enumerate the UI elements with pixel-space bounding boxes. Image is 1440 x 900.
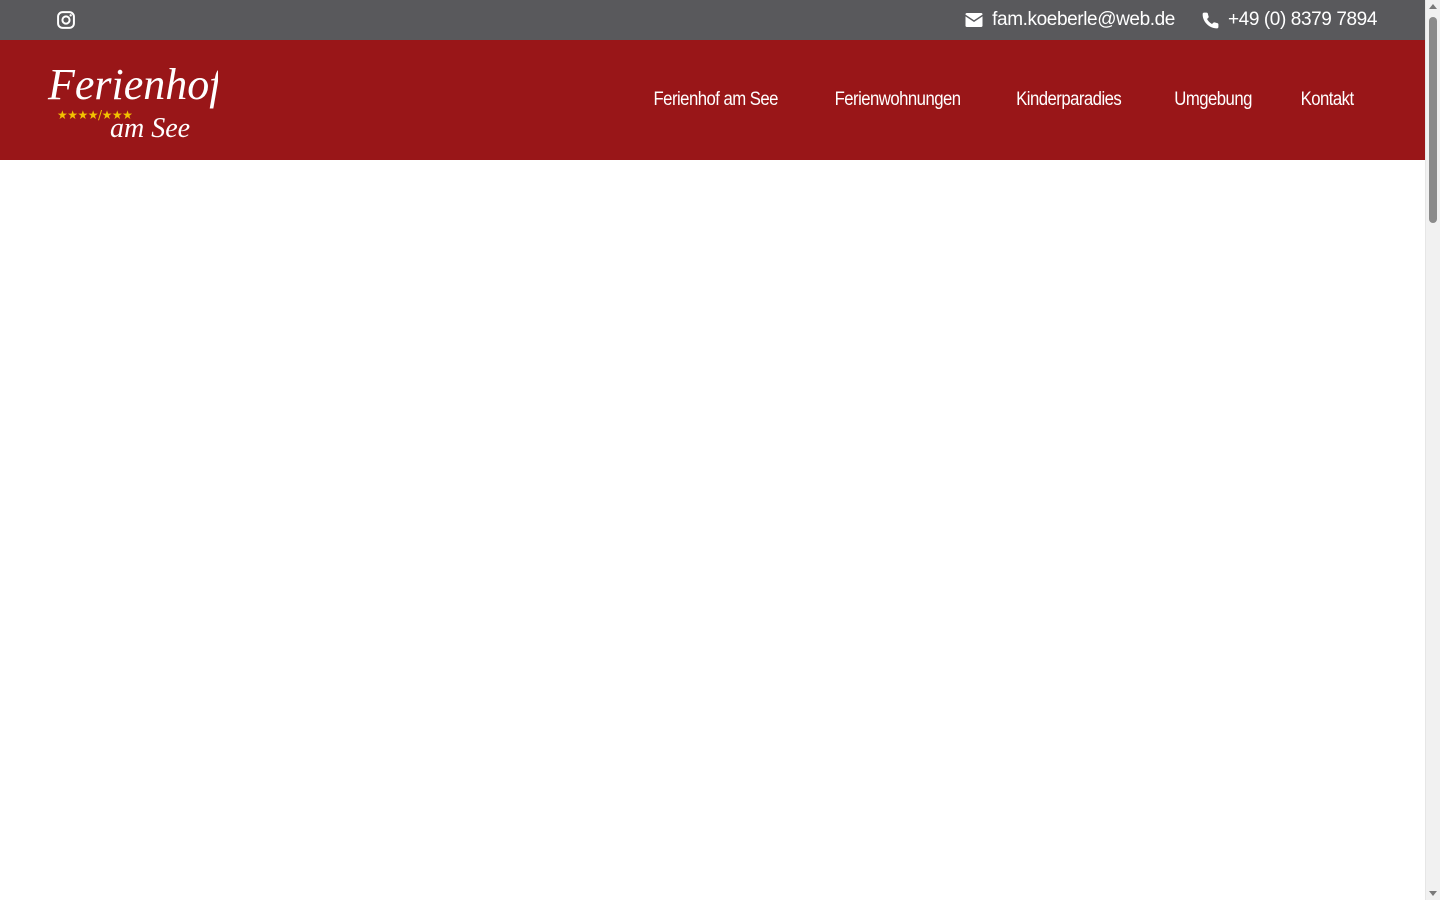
nav-item-ferienhof-am-see: Ferienhof am See: [645, 89, 786, 111]
browser-viewport: fam.koeberle@web.de +49 (0) 8379 7894 Fe…: [0, 0, 1440, 900]
phone-link[interactable]: +49 (0) 8379 7894: [1201, 9, 1377, 31]
email-text: fam.koeberle@web.de: [992, 9, 1175, 30]
site-header: Ferienhof ★★★★/★★★ am See Ferienhof am S…: [0, 40, 1425, 160]
nav-link-umgebung[interactable]: Umgebung: [1174, 89, 1252, 111]
nav-item-kinderparadies: Kinderparadies: [1009, 89, 1128, 111]
scrollbar-thumb[interactable]: [1429, 17, 1437, 223]
scroll-up-arrow-icon[interactable]: [1429, 4, 1437, 9]
vertical-scrollbar[interactable]: [1425, 0, 1440, 900]
instagram-icon: [57, 11, 75, 29]
website: fam.koeberle@web.de +49 (0) 8379 7894 Fe…: [0, 0, 1425, 900]
top-bar: fam.koeberle@web.de +49 (0) 8379 7894: [0, 0, 1425, 40]
ferienhof-logo: Ferienhof ★★★★/★★★ am See: [47, 60, 218, 143]
nav-link-kinderparadies[interactable]: Kinderparadies: [1016, 89, 1122, 111]
logo-link[interactable]: Ferienhof ★★★★/★★★ am See: [46, 57, 218, 143]
envelope-icon: [965, 13, 983, 27]
main-navigation: Ferienhof am See Ferienwohnungen Kinderp…: [645, 89, 1357, 111]
nav-item-ferienwohnungen: Ferienwohnungen: [826, 89, 969, 111]
contact-info: fam.koeberle@web.de +49 (0) 8379 7894: [964, 9, 1377, 31]
phone-text: +49 (0) 8379 7894: [1227, 9, 1377, 30]
nav-link-ferienhof-am-see[interactable]: Ferienhof am See: [653, 89, 778, 111]
email-link[interactable]: fam.koeberle@web.de: [964, 9, 1175, 31]
page-content: [0, 160, 1425, 900]
phone-icon: [1202, 12, 1219, 28]
instagram-link[interactable]: [56, 0, 76, 40]
nav-link-ferienwohnungen[interactable]: Ferienwohnungen: [835, 89, 961, 111]
svg-text:Ferienhof: Ferienhof: [47, 60, 218, 109]
nav-item-umgebung: Umgebung: [1169, 89, 1257, 111]
nav-link-kontakt[interactable]: Kontakt: [1300, 89, 1354, 111]
svg-text:am See: am See: [110, 113, 190, 143]
nav-item-kontakt: Kontakt: [1297, 89, 1357, 111]
scroll-down-arrow-icon[interactable]: [1429, 891, 1437, 896]
